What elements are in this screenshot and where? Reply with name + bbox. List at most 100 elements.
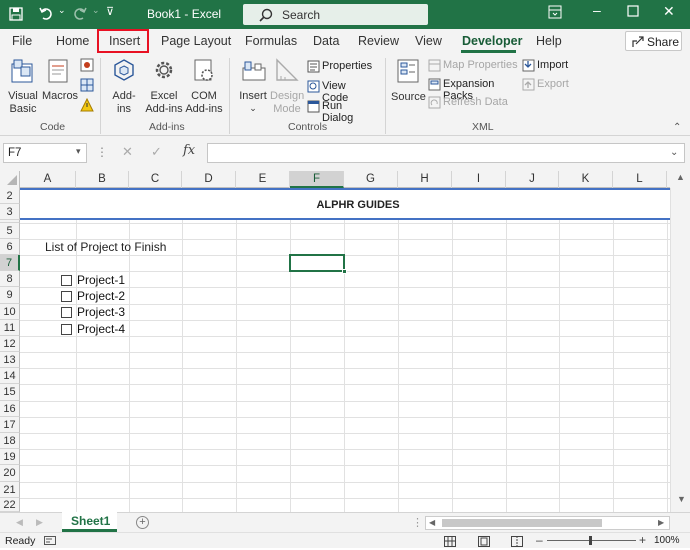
- tab-file[interactable]: File: [12, 34, 32, 48]
- expansion-packs-button[interactable]: Expansion Packs: [428, 78, 520, 102]
- column-header[interactable]: A: [20, 171, 76, 188]
- customize-qat-icon[interactable]: ⊽: [106, 5, 114, 18]
- column-header[interactable]: J: [506, 171, 559, 188]
- zoom-slider-thumb[interactable]: [589, 536, 592, 545]
- tab-data[interactable]: Data: [313, 34, 339, 48]
- project-checkbox[interactable]: [61, 324, 72, 335]
- sheet-tab-active[interactable]: Sheet1: [62, 512, 117, 532]
- tab-home[interactable]: Home: [56, 34, 89, 48]
- tab-insert[interactable]: Insert: [109, 34, 140, 48]
- record-macro-icon[interactable]: [80, 58, 94, 75]
- row-header[interactable]: 20: [0, 465, 20, 482]
- properties-button[interactable]: Properties: [307, 60, 372, 74]
- select-all-button[interactable]: [0, 171, 20, 188]
- row-header[interactable]: 9: [0, 287, 20, 304]
- row-header[interactable]: 5: [0, 223, 20, 239]
- zoom-level[interactable]: 100%: [654, 535, 680, 546]
- row-header[interactable]: 12: [0, 336, 20, 352]
- row-header[interactable]: 19: [0, 449, 20, 465]
- scroll-right-icon[interactable]: ▶: [658, 518, 664, 527]
- map-properties-button[interactable]: Map Properties: [428, 59, 518, 73]
- vertical-scrollbar[interactable]: ▼: [670, 188, 690, 512]
- redo-icon[interactable]: [72, 5, 88, 24]
- row-header[interactable]: 6: [0, 239, 20, 255]
- ribbon-display-icon[interactable]: [548, 5, 562, 22]
- row-header-selected[interactable]: 7: [0, 255, 20, 271]
- scrollbar-track[interactable]: [675, 188, 686, 506]
- row-header[interactable]: 15: [0, 384, 20, 401]
- row-header[interactable]: 17: [0, 417, 20, 433]
- close-icon[interactable]: ✕: [663, 3, 675, 20]
- zoom-out-icon[interactable]: –: [536, 533, 543, 547]
- tab-help[interactable]: Help: [536, 34, 562, 48]
- project-checkbox[interactable]: [61, 291, 72, 302]
- row-header[interactable]: 11: [0, 320, 20, 336]
- undo-dropdown-icon[interactable]: ⌄: [58, 5, 66, 16]
- row-header[interactable]: 8: [0, 271, 20, 287]
- horizontal-scrollbar[interactable]: ◀ ▶: [425, 516, 670, 530]
- column-header[interactable]: B: [76, 171, 129, 188]
- column-header[interactable]: D: [182, 171, 236, 188]
- name-box-dropdown-icon[interactable]: ▾: [76, 146, 81, 157]
- column-header[interactable]: E: [236, 171, 290, 188]
- project-checkbox[interactable]: [61, 307, 72, 318]
- row-header[interactable]: 21: [0, 482, 20, 498]
- selected-cell[interactable]: [289, 254, 347, 274]
- expand-formula-icon[interactable]: ⌄: [670, 147, 678, 158]
- project-checkbox[interactable]: [61, 275, 72, 286]
- enter-icon[interactable]: ✓: [151, 144, 162, 160]
- column-header[interactable]: C: [129, 171, 182, 188]
- column-header-selected[interactable]: F: [290, 171, 344, 188]
- row-header[interactable]: 16: [0, 401, 20, 417]
- cancel-icon[interactable]: ✕: [122, 144, 133, 160]
- tab-developer[interactable]: Developer: [462, 34, 522, 48]
- previous-sheet-icon[interactable]: ◀: [16, 517, 23, 528]
- import-button[interactable]: Import: [522, 59, 572, 73]
- column-header[interactable]: I: [452, 171, 506, 188]
- horizontal-scroll-thumb[interactable]: [442, 519, 602, 527]
- run-dialog-button[interactable]: Run Dialog: [307, 100, 375, 124]
- tab-view[interactable]: View: [415, 34, 442, 48]
- row-header[interactable]: 22: [0, 498, 20, 512]
- redo-dropdown-icon[interactable]: ⌄: [92, 5, 100, 16]
- column-header[interactable]: H: [398, 171, 452, 188]
- refresh-data-button[interactable]: Refresh Data: [428, 96, 508, 110]
- row-header[interactable]: 14: [0, 368, 20, 384]
- fill-handle[interactable]: [342, 269, 347, 274]
- name-box[interactable]: F7 ▾: [3, 143, 87, 163]
- maximize-icon[interactable]: [627, 5, 639, 20]
- macro-security-icon[interactable]: [80, 97, 94, 115]
- row-header[interactable]: 10: [0, 304, 20, 320]
- tab-page-layout[interactable]: Page Layout: [161, 34, 231, 48]
- column-header[interactable]: G: [344, 171, 398, 188]
- column-header[interactable]: K: [559, 171, 613, 188]
- scroll-up-icon[interactable]: ▲: [676, 172, 685, 182]
- column-header[interactable]: L: [613, 171, 667, 188]
- scroll-left-icon[interactable]: ◀: [429, 518, 435, 527]
- tab-review[interactable]: Review: [358, 34, 399, 48]
- scroll-down-icon[interactable]: ▼: [677, 494, 686, 504]
- collapse-ribbon-icon[interactable]: ⌃: [673, 122, 681, 133]
- export-button[interactable]: Export: [522, 78, 572, 92]
- search-box[interactable]: Search: [243, 4, 428, 25]
- relative-references-icon[interactable]: [80, 78, 94, 95]
- row-header[interactable]: 2: [0, 188, 20, 204]
- add-sheet-icon[interactable]: +: [136, 516, 149, 529]
- tab-split-handle-icon[interactable]: ⋮: [412, 516, 423, 529]
- insert-function-icon[interactable]: fx: [183, 143, 195, 158]
- minimize-icon[interactable]: –: [593, 2, 601, 18]
- zoom-in-icon[interactable]: +: [639, 533, 646, 547]
- row-header[interactable]: 3: [0, 204, 20, 220]
- undo-icon[interactable]: [38, 5, 54, 24]
- banner-cell[interactable]: ALPHR GUIDES: [20, 188, 670, 220]
- zoom-slider[interactable]: [547, 536, 636, 545]
- share-button[interactable]: Share: [625, 31, 682, 51]
- formula-bar-options-icon[interactable]: ⋮: [96, 145, 108, 159]
- next-sheet-icon[interactable]: ▶: [36, 517, 43, 528]
- view-code-button[interactable]: View Code: [307, 80, 371, 104]
- row-header[interactable]: 18: [0, 433, 20, 449]
- autosave-icon[interactable]: [8, 6, 24, 25]
- formula-input[interactable]: ⌄: [207, 143, 685, 163]
- row-header[interactable]: 13: [0, 352, 20, 368]
- tab-formulas[interactable]: Formulas: [245, 34, 297, 48]
